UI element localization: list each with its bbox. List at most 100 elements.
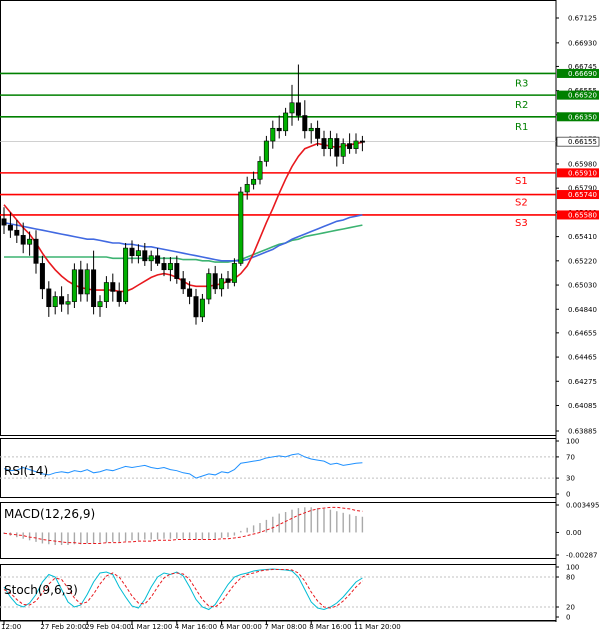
stoch-tick-label: 80: [566, 574, 575, 582]
level-badge-text-s2: 0.65740: [568, 191, 597, 199]
candle-bull: [270, 127, 276, 142]
price-tick-label: 0.64275: [568, 378, 597, 386]
ma-green-line: [4, 224, 363, 263]
candle-bear: [212, 273, 218, 290]
candle-bear: [39, 263, 45, 290]
candle-bear: [78, 269, 84, 295]
candle-bear: [1, 218, 7, 226]
candle-bull: [340, 143, 346, 157]
candle-bull: [308, 127, 314, 132]
time-tick-label: 1 Mar 12:00: [130, 623, 172, 630]
candle-bear: [161, 263, 167, 271]
candle-bear: [142, 250, 148, 262]
candle-bear: [14, 229, 20, 236]
candle-bull: [206, 273, 212, 300]
time-tick-label: 12:00: [1, 623, 21, 630]
ma-blue-line: [3, 214, 363, 262]
stoch-label: Stoch(9,6,3): [4, 583, 78, 597]
candle-bull: [27, 238, 33, 245]
level-label-s3: S3: [515, 218, 528, 229]
level-label-s2: S2: [515, 198, 528, 209]
candle-bear: [225, 278, 231, 283]
candle-bull: [353, 140, 359, 149]
candle-bull: [219, 278, 225, 290]
price-tick-label: 0.65980: [568, 160, 597, 168]
macd-tick-label: -0.00287: [566, 552, 597, 560]
candle-bull: [65, 301, 71, 305]
candle-bear: [129, 247, 135, 257]
stoch-tick-label: 100: [566, 564, 579, 572]
level-badge-text-r1: 0.66350: [568, 113, 597, 121]
current-price-text: 0.66155: [568, 138, 597, 146]
candle-bear: [347, 143, 353, 149]
candle-bull: [327, 138, 333, 149]
price-tick-label: 0.65030: [568, 282, 597, 290]
candle-bull: [231, 263, 237, 283]
candle-bear: [155, 255, 161, 264]
price-tick-label: 0.67125: [568, 15, 597, 23]
rsi-label: RSI(14): [4, 464, 48, 478]
price-tick-label: 0.64840: [568, 306, 597, 314]
level-badge-text-r2: 0.66520: [568, 92, 597, 100]
macd-tick-label: 0.00: [566, 529, 582, 537]
level-label-r1: R1: [515, 122, 528, 133]
candle-bull: [103, 282, 109, 302]
level-label-r2: R2: [515, 100, 528, 111]
candle-bull: [289, 102, 295, 114]
candle-bear: [116, 291, 122, 302]
candle-bear: [180, 278, 186, 290]
candle-bear: [276, 127, 282, 132]
candle-bear: [295, 102, 301, 116]
time-tick-label: 8 Mar 16:00: [309, 623, 351, 630]
candle-bull: [135, 250, 141, 257]
candle-bear: [174, 263, 180, 279]
pane-frame-0: [0, 0, 557, 436]
time-tick-label: 6 Mar 00:00: [220, 623, 262, 630]
candle-bull: [257, 161, 263, 180]
price-tick-label: 0.65220: [568, 257, 597, 265]
candle-bear: [7, 224, 13, 231]
candle-bull: [123, 247, 129, 302]
candle-bull: [84, 269, 90, 295]
ma-red-line: [3, 141, 363, 293]
candle-bull: [71, 269, 77, 302]
time-tick-label: 4 Mar 16:00: [175, 623, 217, 630]
candle-bull: [283, 112, 289, 132]
candle-bull: [199, 298, 205, 318]
price-chart: R3R2R1S1S2S3 0.671250.669300.667450.6655…: [0, 0, 599, 630]
price-tick-label: 0.64655: [568, 329, 597, 337]
price-tick-label: 0.64465: [568, 354, 597, 362]
candle-bear: [33, 238, 39, 264]
time-tick-label: 11 Mar 20:00: [354, 623, 401, 630]
time-tick-label: 29 Feb 04:00: [85, 623, 131, 630]
stoch-tick-label: 20: [566, 604, 575, 612]
candle-bear: [110, 282, 116, 292]
candle-bear: [334, 138, 340, 157]
level-badge-text-r3: 0.66690: [568, 70, 597, 78]
rsi-tick-label: 30: [566, 475, 575, 483]
candle-bear: [302, 115, 308, 132]
candle-bear: [187, 288, 193, 297]
price-tick-label: 0.66930: [568, 39, 597, 47]
candle-bear: [193, 296, 199, 318]
candle-bear: [359, 140, 365, 143]
macd-label: MACD(12,26,9): [4, 507, 95, 521]
level-badge-text-s1: 0.65910: [568, 169, 597, 177]
candle-bear: [46, 288, 52, 308]
candle-bull: [263, 140, 269, 162]
price-tick-label: 0.65410: [568, 233, 597, 241]
candle-bull: [52, 296, 58, 308]
candle-bear: [315, 127, 321, 139]
candle-bull: [148, 255, 154, 262]
price-tick-label: 0.64085: [568, 402, 597, 410]
candle-bear: [321, 138, 327, 149]
candle-bear: [20, 235, 26, 245]
candle-bull: [238, 191, 244, 264]
rsi-tick-label: 70: [566, 453, 575, 461]
candle-bull: [251, 178, 257, 185]
time-tick-label: 7 Mar 08:00: [264, 623, 306, 630]
candle-bull: [167, 263, 173, 271]
level-label-s1: S1: [515, 176, 528, 187]
candle-bull: [244, 184, 250, 193]
candle-bear: [91, 269, 97, 308]
